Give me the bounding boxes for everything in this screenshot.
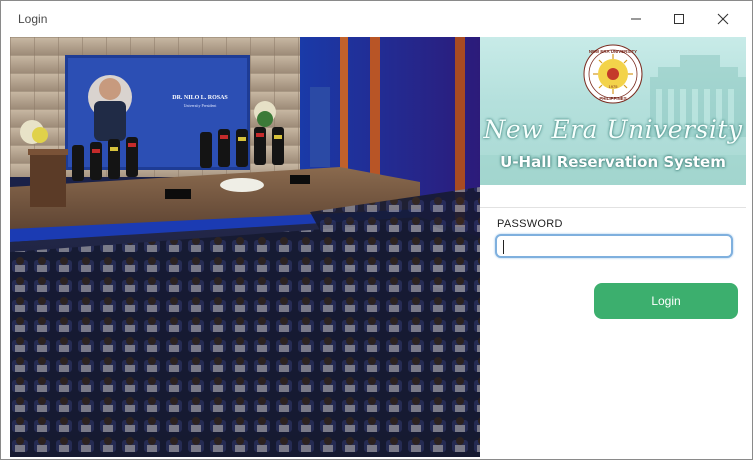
minimize-icon (631, 18, 641, 20)
password-input[interactable] (495, 234, 733, 258)
university-name: New Era University (483, 115, 743, 144)
window-title: Login (18, 12, 48, 26)
seal-text-bottom: PHILIPPINES (599, 96, 626, 101)
title-bar[interactable]: Login (1, 1, 752, 37)
login-panel: NEW ERA UNIVERSITY PHILIPPINES 1975 New … (480, 37, 752, 459)
maximize-button[interactable] (657, 1, 701, 37)
minimize-button[interactable] (614, 1, 658, 37)
screen-caption-name: DR. NILO L. ROSAS (172, 95, 228, 101)
text-caret (503, 240, 504, 254)
divider (480, 207, 746, 208)
system-name: U-Hall Reservation System (500, 153, 726, 171)
seal-year: 1975 (609, 84, 619, 89)
university-seal-icon: NEW ERA UNIVERSITY PHILIPPINES 1975 (583, 44, 643, 104)
close-icon (717, 13, 729, 25)
close-button[interactable] (701, 1, 745, 37)
auditorium-illustration: DR. NILO L. ROSAS University President (10, 37, 480, 457)
password-label: PASSWORD (497, 218, 563, 230)
screen-caption-title: University President (184, 103, 218, 108)
maximize-icon (674, 14, 684, 24)
auditorium-photo: DR. NILO L. ROSAS University President (10, 37, 480, 457)
university-banner: NEW ERA UNIVERSITY PHILIPPINES 1975 New … (480, 37, 746, 185)
seal-text-top: NEW ERA UNIVERSITY (589, 49, 637, 54)
login-window: Login DR. NILO L. ROSAS University Presi… (0, 0, 753, 460)
login-button[interactable]: Login (594, 283, 738, 319)
